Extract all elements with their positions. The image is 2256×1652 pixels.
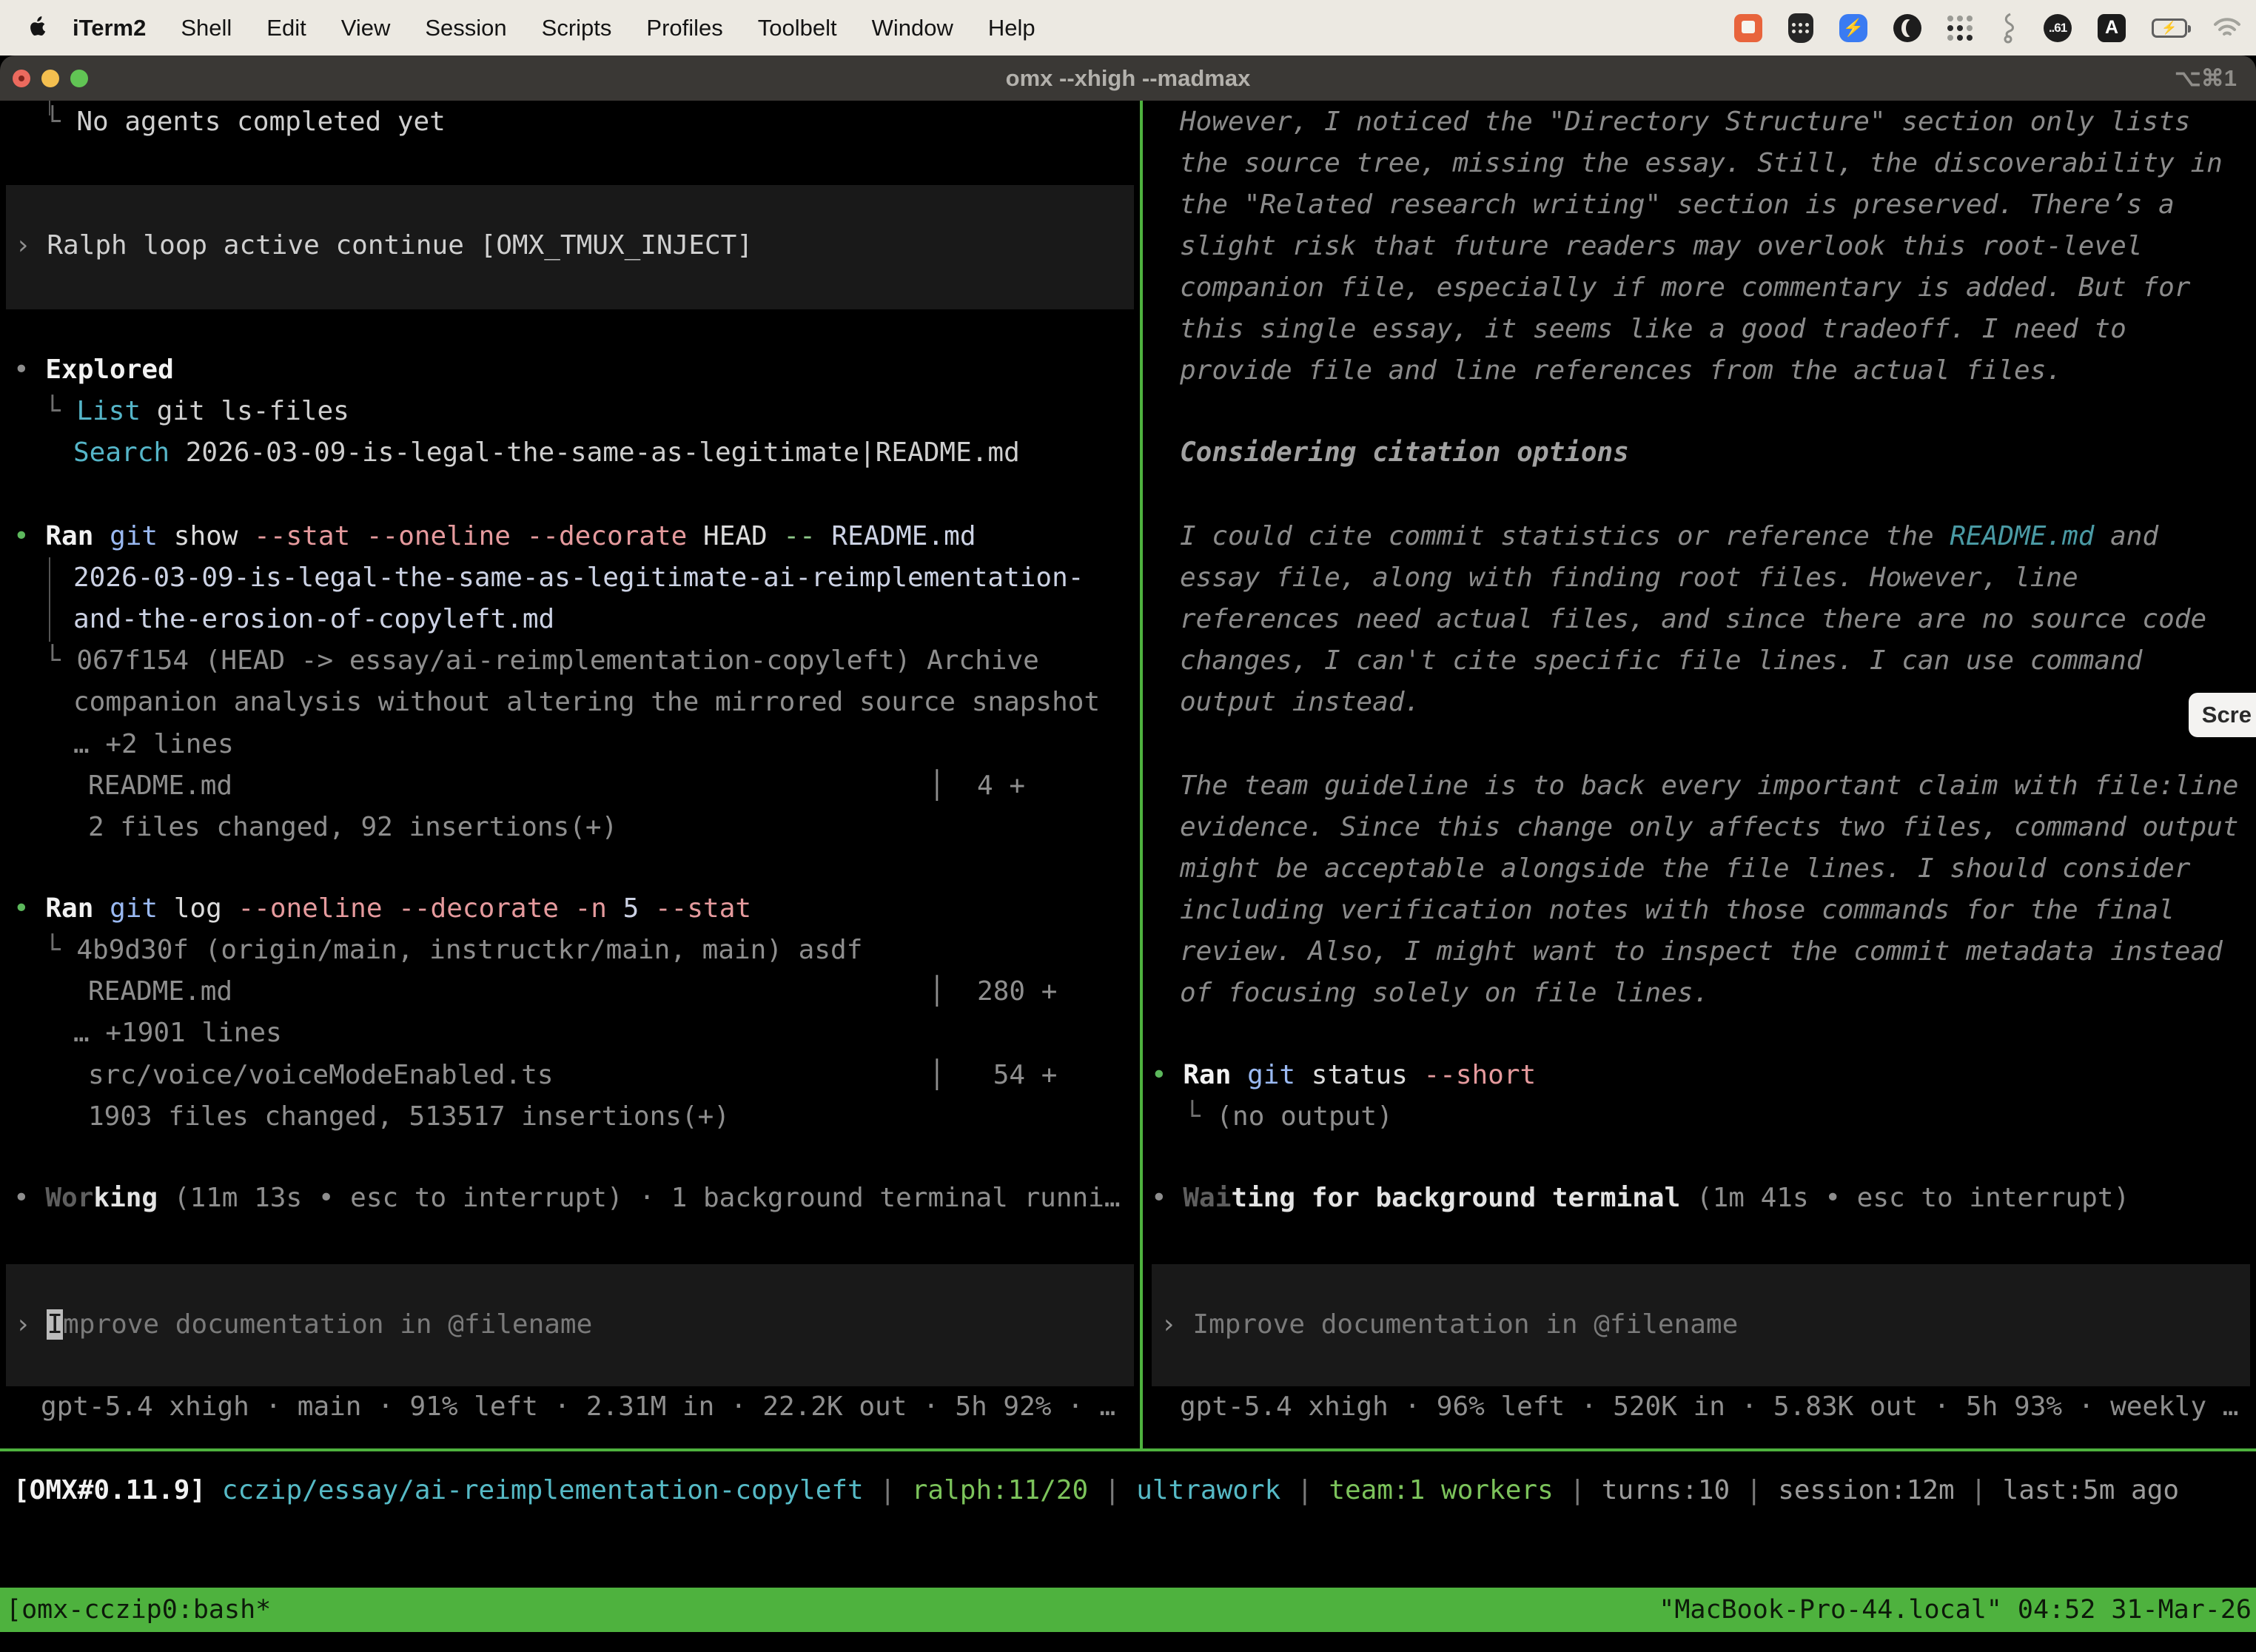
menu-item-window[interactable]: Window bbox=[872, 15, 953, 41]
terminal-line: • Ran git status --short bbox=[1151, 1055, 1536, 1096]
terminal-line: companion analysis without altering the … bbox=[73, 682, 1100, 723]
terminal-line: └ (no output) bbox=[1184, 1096, 1393, 1138]
window-titlebar: omx --xhigh --madmax ⌥⌘1 bbox=[0, 56, 2256, 101]
terminal-line: might be acceptable alongside the file l… bbox=[1180, 848, 2190, 890]
terminal-content: └ No agents completed yet › Ralph loop ac… bbox=[0, 101, 2256, 1652]
terminal-line: › Improve documentation in @filename bbox=[15, 1304, 592, 1346]
terminal-line: │ 4 + bbox=[929, 765, 1025, 807]
terminal-line: However, I noticed the "Directory Struct… bbox=[1180, 101, 2190, 143]
terminal-line: companion file, especially if more comme… bbox=[1180, 267, 2190, 309]
macos-menu-bar: iTerm2 Shell Edit View Session Scripts Profile… bbox=[0, 0, 2256, 56]
tmux-status-bar: [omx-cczip0:bash* "MacBook-Pro-44.local"… bbox=[0, 1588, 2256, 1632]
window-shortcut-badge: ⌥⌘1 bbox=[2175, 65, 2237, 92]
screen-share-tooltip: Scre bbox=[2189, 693, 2256, 737]
chat-app-icon[interactable] bbox=[1734, 14, 1762, 42]
terminal-line: Search 2026-03-09-is-legal-the-same-as-l… bbox=[73, 432, 1020, 474]
terminal-line: I could cite commit statistics or refere… bbox=[1180, 516, 2158, 557]
menu-item-scripts[interactable]: Scripts bbox=[542, 15, 612, 41]
terminal-line: README.md bbox=[88, 765, 232, 807]
terminal-line: review. Also, I might want to inspect th… bbox=[1180, 931, 2223, 973]
terminal-line: └ No agents completed yet bbox=[44, 101, 446, 143]
terminal-line: • Ran git log --oneline --decorate -n 5 … bbox=[13, 888, 751, 930]
omx-status-bar: [OMX#0.11.9] cczip/essay/ai-reimplementa… bbox=[0, 1451, 2256, 1588]
squiggle-icon[interactable] bbox=[1998, 13, 2018, 44]
terminal-line: │ 280 + bbox=[929, 971, 1057, 1013]
iterm2-window: omx --xhigh --madmax ⌥⌘1 └ No agents com… bbox=[0, 56, 2256, 1652]
menu-item-help[interactable]: Help bbox=[988, 15, 1035, 41]
window-title: omx --xhigh --madmax bbox=[0, 65, 2256, 92]
menubar-status-icons: ⚡ ..61 A ⚡ bbox=[1734, 13, 2256, 44]
apple-menu-icon[interactable] bbox=[28, 16, 47, 40]
terminal-line: The team guideline is to back every impo… bbox=[1180, 765, 2238, 807]
terminal-line: src/voice/voiceModeEnabled.ts bbox=[88, 1055, 554, 1096]
right-pane: However, I noticed the "Directory Struct… bbox=[1143, 101, 2256, 1448]
terminal-line: [OMX#0.11.9] cczip/essay/ai-reimplementa… bbox=[13, 1470, 2179, 1511]
terminal-line: › Improve documentation in @filename bbox=[1161, 1304, 1738, 1346]
terminal-line: … +2 lines bbox=[73, 724, 234, 765]
shield-keypad-icon[interactable] bbox=[1788, 13, 1813, 43]
menu-item-edit[interactable]: Edit bbox=[266, 15, 306, 41]
tmux-session-label: [omx-cczip0:bash* bbox=[6, 1595, 271, 1625]
blue-bolt-badge-icon[interactable]: ⚡ bbox=[1839, 14, 1867, 42]
moon-circle-icon[interactable] bbox=[1893, 14, 1921, 42]
dots-grid-icon[interactable] bbox=[1947, 16, 1973, 41]
terminal-line: • Waiting for background terminal (1m 41… bbox=[1151, 1178, 2129, 1219]
terminal-line: README.md bbox=[88, 971, 232, 1013]
terminal-line: 1903 files changed, 513517 insertions(+) bbox=[88, 1096, 730, 1138]
terminal-line: this single essay, it seems like a good … bbox=[1180, 309, 2126, 350]
terminal-line: • Working (11m 13s • esc to interrupt) ·… bbox=[13, 1178, 1121, 1219]
terminal-line: provide file and line references from th… bbox=[1180, 350, 2062, 392]
terminal-line: including verification notes with those … bbox=[1180, 890, 2175, 931]
terminal-line: Considering citation options bbox=[1180, 432, 1629, 474]
tmux-host-clock: "MacBook-Pro-44.local" 04:52 31-Mar-26 bbox=[1659, 1595, 2252, 1625]
terminal-line: gpt-5.4 xhigh · 96% left · 520K in · 5.8… bbox=[1180, 1386, 2238, 1428]
terminal-line: › Ralph loop active continue [OMX_TMUX_I… bbox=[15, 225, 753, 266]
left-pane: └ No agents completed yet › Ralph loop ac… bbox=[0, 101, 1140, 1448]
menu-item-session[interactable]: Session bbox=[425, 15, 506, 41]
terminal-line: and-the-erosion-of-copyleft.md bbox=[73, 599, 554, 640]
terminal-line: … +1901 lines bbox=[73, 1013, 282, 1054]
terminal-line: 2026-03-09-is-legal-the-same-as-legitima… bbox=[73, 557, 1084, 599]
terminal-line: of focusing solely on file lines. bbox=[1180, 973, 1709, 1014]
terminal-line: essay file, along with finding root file… bbox=[1180, 557, 2078, 599]
menu-item-view[interactable]: View bbox=[341, 15, 391, 41]
terminal-line: slight risk that future readers may over… bbox=[1180, 226, 2142, 267]
screen: iTerm2 Shell Edit View Session Scripts Profile… bbox=[0, 0, 2256, 1652]
terminal-line: └ 067f154 (HEAD -> essay/ai-reimplementa… bbox=[44, 640, 1039, 682]
menu-item-iterm2[interactable]: iTerm2 bbox=[73, 15, 146, 41]
battery-icon[interactable]: ⚡ bbox=[2152, 19, 2187, 38]
terminal-line: • Ran git show --stat --oneline --decora… bbox=[13, 516, 976, 557]
menu-item-toolbelt[interactable]: Toolbelt bbox=[758, 15, 837, 41]
terminal-line: gpt-5.4 xhigh · main · 91% left · 2.31M … bbox=[41, 1386, 1115, 1428]
menu-items: iTerm2 Shell Edit View Session Scripts Profile… bbox=[73, 15, 1070, 41]
terminal-line: the source tree, missing the essay. Stil… bbox=[1180, 143, 2223, 184]
terminal-line: • Explored bbox=[13, 349, 174, 391]
menu-item-profiles[interactable]: Profiles bbox=[646, 15, 722, 41]
percent-61-icon[interactable]: ..61 bbox=[2044, 14, 2072, 42]
terminal-line: output instead. bbox=[1180, 682, 1420, 723]
terminal-line: 2 files changed, 92 insertions(+) bbox=[88, 807, 617, 848]
terminal-line: changes, I can't cite specific file line… bbox=[1180, 640, 2142, 682]
terminal-line: the "Related research writing" section i… bbox=[1180, 184, 2175, 226]
menu-item-shell[interactable]: Shell bbox=[181, 15, 232, 41]
wifi-icon[interactable] bbox=[2213, 17, 2241, 39]
letter-a-icon[interactable]: A bbox=[2098, 14, 2126, 42]
terminal-line: │ 54 + bbox=[929, 1055, 1057, 1096]
tree-guide-line bbox=[49, 557, 50, 642]
terminal-line: evidence. Since this change only affects… bbox=[1180, 807, 2238, 848]
terminal-line: └ 4b9d30f (origin/main, instructkr/main,… bbox=[44, 930, 862, 971]
terminal-line: references need actual files, and since … bbox=[1180, 599, 2206, 640]
terminal-line: └ List git ls-files bbox=[44, 391, 349, 432]
